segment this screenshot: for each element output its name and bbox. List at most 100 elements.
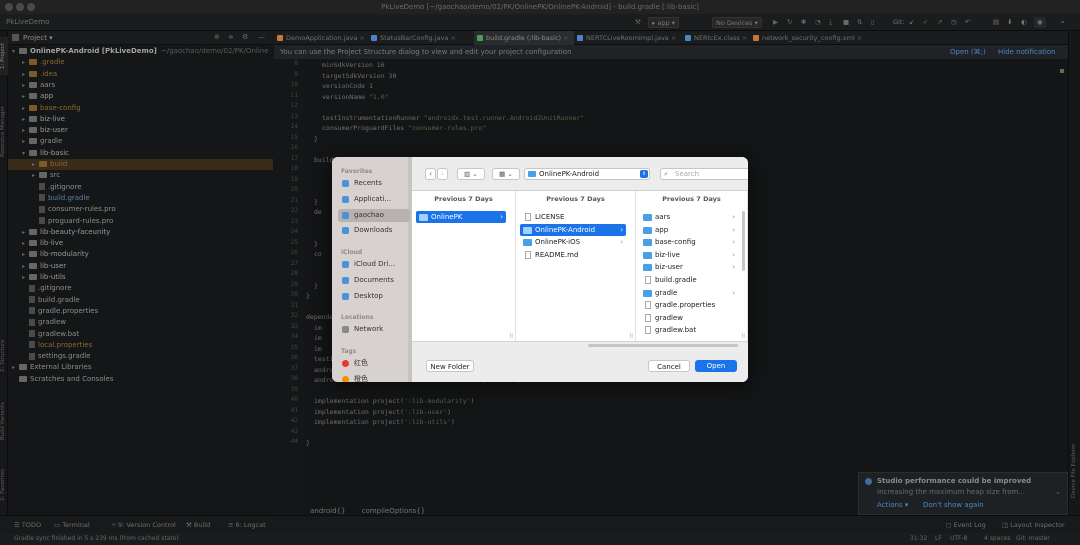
tree-arrow-icon[interactable]: ▸	[22, 69, 29, 80]
tree-row[interactable]: settings.gradle	[8, 351, 273, 362]
file-item[interactable]: OnlinePK ›	[416, 211, 506, 223]
notification-dismiss[interactable]: Don't show again	[923, 501, 984, 509]
tree-arrow-icon[interactable]: ▾	[22, 148, 29, 159]
version-control-tab[interactable]: ⑂ 9: Version Control	[112, 521, 176, 529]
apply-changes-icon[interactable]: ↻	[784, 17, 795, 28]
tree-row[interactable]: ▾ OnlinePK-Android [PkLiveDemo] ~/gaochao/…	[8, 46, 273, 57]
account-icon[interactable]: ◉	[1034, 17, 1046, 28]
breadcrumb-compile-options[interactable]: compileOptions{}	[362, 507, 426, 515]
sidebar-item[interactable]: 红色	[338, 357, 410, 370]
cancel-button[interactable]: Cancel	[648, 360, 690, 372]
vcs-push-icon[interactable]: ↗	[934, 17, 945, 28]
close-window-icon[interactable]	[5, 3, 13, 11]
file-item[interactable]: gradlew	[640, 312, 738, 324]
run-icon[interactable]: ▶	[770, 17, 781, 28]
tree-row[interactable]: ▸ lib-beauty-faceunity	[8, 227, 273, 238]
hammer-icon[interactable]: ⚒	[632, 17, 644, 28]
tree-row[interactable]: gradlew	[8, 317, 273, 328]
tab-close-icon[interactable]: ×	[855, 34, 862, 42]
new-folder-button[interactable]: New Folder	[426, 360, 474, 372]
tree-arrow-icon[interactable]: ▸	[22, 136, 29, 147]
resource-manager-tab[interactable]: Resource Manager	[0, 91, 8, 171]
sidebar-item[interactable]: Downloads	[338, 224, 410, 237]
logcat-tab[interactable]: ≡ 6: Logcat	[228, 521, 266, 529]
settings-gear-icon[interactable]: ⚙	[242, 33, 248, 41]
build-tab[interactable]: ⚒ Build	[186, 521, 210, 529]
file-item[interactable]: gradle ›	[640, 287, 738, 299]
avd-icon[interactable]: ▯	[868, 17, 878, 28]
hide-panel-icon[interactable]: —	[258, 33, 265, 41]
file-item[interactable]: biz-user ›	[640, 261, 738, 273]
tree-row[interactable]: build.gradle	[8, 193, 273, 204]
sync-icon[interactable]: ⇅	[854, 17, 865, 28]
vertical-scrollbar[interactable]	[742, 211, 745, 271]
rollback-icon[interactable]: ↶	[962, 17, 973, 28]
git-branch[interactable]: Git: master	[1016, 533, 1050, 545]
sidebar-item[interactable]: Applicati...	[338, 193, 410, 206]
sdk-manager-icon[interactable]: ⬇	[1004, 17, 1015, 28]
build-variants-tab[interactable]: Build Variants	[0, 391, 8, 451]
sidebar-item[interactable]: Desktop	[338, 290, 410, 303]
stop-icon[interactable]: ■	[840, 17, 852, 28]
editor-tab[interactable]: NERtcEx.class ×	[682, 31, 750, 45]
notification-expand-icon[interactable]: ⌄	[1055, 488, 1061, 496]
tab-close-icon[interactable]: ×	[357, 34, 364, 42]
tree-row[interactable]: ▸ lib-utils	[8, 272, 273, 283]
tree-arrow-icon[interactable]: ▸	[22, 125, 29, 136]
notification-actions[interactable]: Actions ▾	[877, 501, 908, 509]
vcs-commit-icon[interactable]: ✓	[920, 17, 931, 28]
run-config-select[interactable]: ▸ app ▾	[648, 17, 679, 28]
open-button[interactable]: Open	[695, 360, 737, 372]
caret-position[interactable]: 31:32	[910, 533, 927, 545]
breadcrumb-android[interactable]: android{}	[310, 507, 345, 515]
tree-arrow-icon[interactable]: ▸	[32, 170, 39, 181]
tab-close-icon[interactable]: ×	[740, 34, 747, 42]
forward-button[interactable]: ›	[437, 168, 448, 180]
tree-row[interactable]: .gitignore	[8, 283, 273, 294]
tree-row[interactable]: ▸ lib-modularity	[8, 249, 273, 260]
status-message[interactable]: Gradle sync finished in 5 s 239 ms (from…	[14, 533, 179, 545]
tree-row[interactable]: consumer-rules.pro	[8, 204, 273, 215]
tree-row[interactable]: ▸ biz-live	[8, 114, 273, 125]
file-item[interactable]: aars ›	[640, 211, 738, 223]
terminal-tab[interactable]: ▭ Terminal	[54, 521, 90, 529]
file-item[interactable]: LICENSE	[520, 211, 626, 223]
file-item[interactable]: OnlinePK-iOS ›	[520, 236, 626, 248]
editor-tab[interactable]: NERTCLiveRoomImpl.java ×	[574, 31, 682, 45]
indent-setting[interactable]: 4 spaces	[984, 533, 1010, 545]
file-item[interactable]: gradlew.bat	[640, 324, 738, 336]
tree-arrow-icon[interactable]: ▸	[22, 272, 29, 283]
tab-close-icon[interactable]: ×	[561, 34, 568, 42]
tree-row[interactable]: .gitignore	[8, 182, 273, 193]
view-columns-button[interactable]: ▥ ⌄	[457, 168, 485, 180]
file-item[interactable]: base-config ›	[640, 236, 738, 248]
tree-arrow-icon[interactable]: ▸	[22, 103, 29, 114]
search-field[interactable]: ⌕ Search	[660, 168, 748, 180]
tree-row[interactable]: proguard-rules.pro	[8, 216, 273, 227]
device-select[interactable]: No Devices ▾	[712, 17, 762, 28]
tree-arrow-icon[interactable]: ▸	[22, 80, 29, 91]
tree-row[interactable]: ▸ build	[8, 159, 273, 170]
tree-row[interactable]: gradle.properties	[8, 306, 273, 317]
profile-icon[interactable]: ◔	[812, 17, 824, 28]
group-button[interactable]: ▦ ⌄	[492, 168, 520, 180]
tree-row[interactable]: build.gradle	[8, 295, 273, 306]
tree-row[interactable]: ▸ src	[8, 170, 273, 181]
tree-row[interactable]: ▸ base-config	[8, 103, 273, 114]
tree-arrow-icon[interactable]: ▸	[22, 227, 29, 238]
tree-row[interactable]: gradlew.bat	[8, 329, 273, 340]
tree-row[interactable]: ▸ gradle	[8, 136, 273, 147]
project-tool-tab[interactable]: 1: Project	[0, 37, 8, 75]
tree-row[interactable]: ▸ aars	[8, 80, 273, 91]
sidebar-item[interactable]: iCloud Dri...	[338, 258, 410, 271]
tree-arrow-icon[interactable]: ▸	[22, 57, 29, 68]
event-log-tab[interactable]: ◻ Event Log	[946, 521, 986, 529]
tree-row[interactable]: ▸ lib-user	[8, 261, 273, 272]
tree-arrow-icon[interactable]: ▸	[22, 114, 29, 125]
file-item[interactable]: biz-live ›	[640, 249, 738, 261]
back-button[interactable]: ‹	[425, 168, 436, 180]
tree-row[interactable]: Scratches and Consoles	[8, 374, 273, 385]
sidebar-item[interactable]: gaochao	[338, 208, 410, 222]
tree-arrow-icon[interactable]: ▸	[22, 91, 29, 102]
column-resize-handle[interactable]: ||	[510, 333, 513, 339]
